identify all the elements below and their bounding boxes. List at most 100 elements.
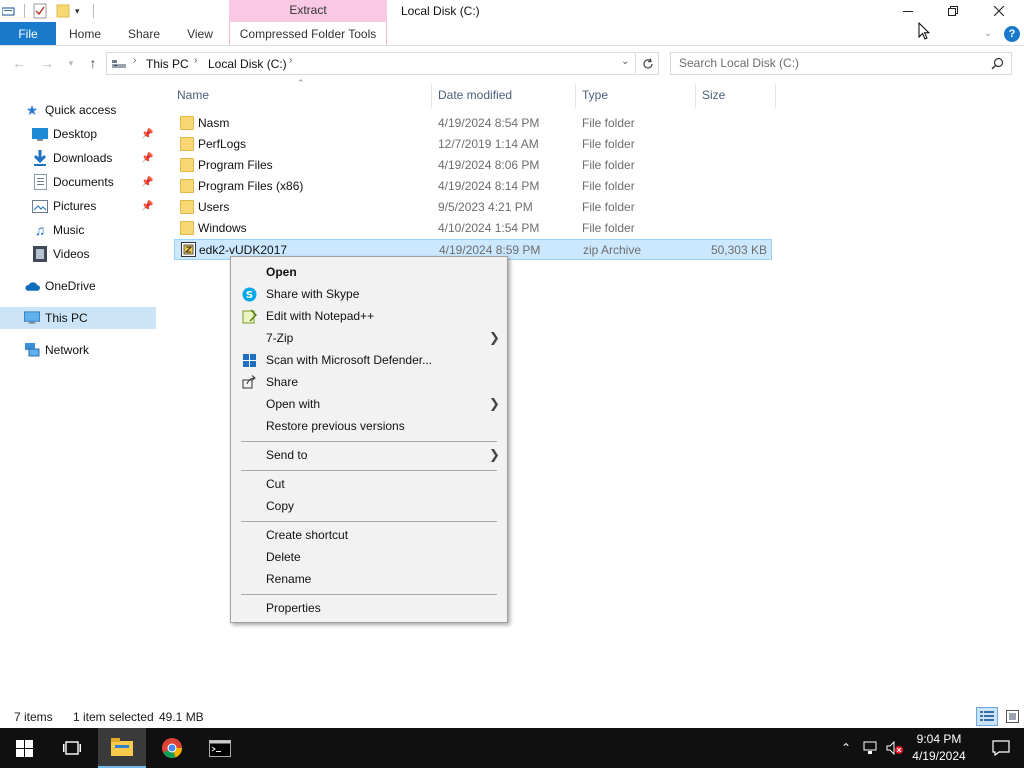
up-button[interactable]: ↑ — [82, 50, 104, 76]
menu-item-delete[interactable]: Delete — [233, 546, 505, 568]
menu-item-share-skype[interactable]: S Share with Skype — [233, 283, 505, 305]
menu-item-open[interactable]: Open — [233, 261, 505, 283]
search-input[interactable] — [679, 56, 979, 70]
qat-separator — [24, 4, 25, 18]
column-header-name[interactable]: Name — [177, 88, 209, 102]
menu-item-cut[interactable]: Cut — [233, 473, 505, 495]
tab-share[interactable]: Share — [120, 22, 168, 46]
breadcrumb-this-pc[interactable]: This PC — [146, 57, 189, 71]
file-row[interactable]: Program Files (x86) 4/19/2024 8:14 PM Fi… — [174, 176, 772, 196]
file-row[interactable]: Nasm 4/19/2024 8:54 PM File folder — [174, 113, 772, 133]
navigation-row: ← → ▾ ↑ › This PC › Local Disk (C:) › ⌄ — [0, 50, 1024, 78]
status-bar: 7 items 1 item selected 49.1 MB — [0, 706, 1024, 728]
notification-icon — [992, 740, 1010, 756]
help-icon[interactable]: ? — [1004, 26, 1020, 42]
nav-documents[interactable]: Documents 📌 — [0, 171, 156, 193]
menu-item-copy[interactable]: Copy — [233, 495, 505, 517]
pin-icon[interactable]: 📌 — [141, 129, 153, 140]
column-header-size[interactable]: Size — [702, 88, 725, 102]
nav-videos[interactable]: Videos — [0, 243, 156, 265]
ribbon-divider — [0, 45, 1024, 46]
network-icon — [24, 342, 40, 358]
tab-compressed-folder-tools[interactable]: Compressed Folder Tools — [229, 22, 387, 46]
windows-logo-icon — [15, 739, 33, 757]
column-header-type[interactable]: Type — [582, 88, 608, 102]
column-separator[interactable] — [431, 84, 432, 108]
tab-file[interactable]: File — [0, 22, 56, 46]
context-menu: Open S Share with Skype Edit with Notepa… — [230, 256, 508, 623]
clock-date: 4/19/2024 — [912, 749, 966, 763]
breadcrumb-local-disk[interactable]: Local Disk (C:) — [208, 57, 287, 71]
menu-item-properties[interactable]: Properties — [233, 597, 505, 619]
tab-view[interactable]: View — [178, 22, 222, 46]
submenu-arrow-icon: ❯ — [489, 330, 500, 345]
notepad-plus-plus-icon — [241, 308, 257, 324]
details-view-button[interactable] — [976, 707, 998, 726]
pin-icon[interactable]: 📌 — [141, 153, 153, 164]
menu-item-edit-notepad[interactable]: Edit with Notepad++ — [233, 305, 505, 327]
status-size: 49.1 MB — [159, 710, 204, 724]
column-separator[interactable] — [575, 84, 576, 108]
nav-pictures[interactable]: Pictures 📌 — [0, 195, 156, 217]
menu-item-scan-defender[interactable]: Scan with Microsoft Defender... — [233, 349, 505, 371]
ribbon-expand-icon[interactable]: ⌄ — [984, 28, 992, 39]
restore-button[interactable] — [930, 0, 976, 22]
new-folder-qat-icon[interactable] — [56, 3, 70, 19]
taskbar-file-explorer[interactable] — [98, 728, 146, 768]
nav-this-pc[interactable]: This PC — [0, 307, 156, 329]
tab-home[interactable]: Home — [60, 22, 110, 46]
menu-item-rename[interactable]: Rename — [233, 568, 505, 590]
file-row[interactable]: Program Files 4/19/2024 8:06 PM File fol… — [174, 155, 772, 175]
column-separator[interactable] — [775, 84, 776, 108]
menu-item-share[interactable]: Share — [233, 371, 505, 393]
column-header-date[interactable]: Date modified — [438, 88, 512, 102]
network-tray-icon[interactable] — [860, 728, 882, 768]
recent-locations-button[interactable]: ▾ — [60, 50, 82, 76]
nav-onedrive[interactable]: OneDrive — [0, 275, 156, 297]
menu-item-open-with[interactable]: Open with ❯ — [233, 393, 505, 415]
downloads-icon — [32, 150, 48, 166]
address-dropdown-icon[interactable]: ⌄ — [621, 56, 629, 67]
search-box[interactable] — [670, 52, 1012, 75]
minimize-button[interactable] — [885, 0, 931, 22]
search-icon[interactable] — [991, 57, 1004, 73]
menu-item-7zip[interactable]: 7-Zip ❯ — [233, 327, 505, 349]
defender-shield-icon — [241, 352, 257, 368]
action-center-button[interactable] — [978, 728, 1024, 768]
address-bar[interactable]: › This PC › Local Disk (C:) › ⌄ — [106, 52, 636, 75]
qat-separator — [93, 4, 94, 18]
show-hidden-icons-button[interactable]: ⌃ — [836, 728, 856, 768]
file-row[interactable]: PerfLogs 12/7/2019 1:14 AM File folder — [174, 134, 772, 154]
nav-desktop[interactable]: Desktop 📌 — [0, 123, 156, 145]
nav-network[interactable]: Network — [0, 339, 156, 361]
back-button[interactable]: ← — [8, 50, 30, 76]
submenu-arrow-icon: ❯ — [489, 396, 500, 411]
nav-music[interactable]: ♫ Music — [0, 219, 156, 241]
status-item-count: 7 items — [14, 710, 53, 724]
start-button[interactable] — [0, 728, 48, 768]
large-icons-view-button[interactable] — [1002, 707, 1022, 726]
menu-item-send-to[interactable]: Send to ❯ — [233, 444, 505, 466]
pin-icon[interactable]: 📌 — [141, 177, 153, 188]
properties-qat-icon[interactable] — [2, 3, 16, 19]
skype-icon: S — [241, 286, 257, 302]
folder-icon — [180, 116, 194, 130]
column-separator[interactable] — [695, 84, 696, 108]
checkmark-qat-icon[interactable] — [33, 3, 47, 19]
taskbar-clock[interactable]: 9:04 PM 4/19/2024 — [900, 731, 978, 765]
file-row[interactable]: Windows 4/10/2024 1:54 PM File folder — [174, 218, 772, 238]
nav-downloads[interactable]: Downloads 📌 — [0, 147, 156, 169]
taskbar-chrome[interactable] — [148, 728, 196, 768]
file-row[interactable]: Users 9/5/2023 4:21 PM File folder — [174, 197, 772, 217]
taskbar-command-prompt[interactable] — [198, 728, 242, 768]
pin-icon[interactable]: 📌 — [141, 201, 153, 212]
share-icon — [241, 374, 257, 390]
task-view-button[interactable] — [48, 728, 96, 768]
qat-dropdown-icon[interactable]: ▾ — [75, 3, 80, 19]
nav-quick-access[interactable]: ★ Quick access — [0, 99, 156, 121]
menu-item-restore-versions[interactable]: Restore previous versions — [233, 415, 505, 437]
forward-button[interactable]: → — [36, 50, 58, 76]
menu-item-create-shortcut[interactable]: Create shortcut — [233, 524, 505, 546]
close-button[interactable] — [976, 0, 1022, 22]
refresh-button[interactable] — [637, 52, 659, 75]
